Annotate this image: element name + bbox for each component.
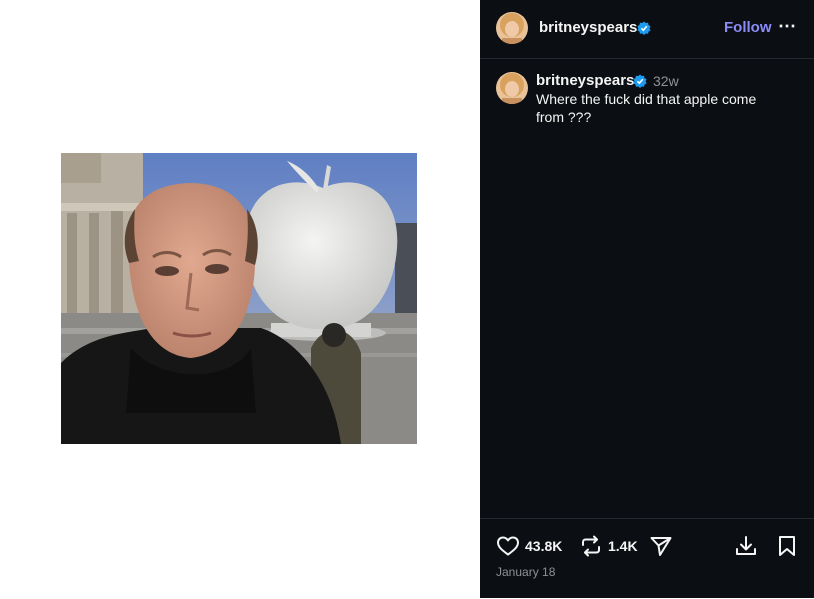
more-options-icon[interactable]: ⋯	[777, 16, 797, 40]
send-icon	[650, 537, 672, 556]
like-button[interactable]: 43.8K	[496, 533, 562, 559]
post-username[interactable]: britneyspears	[536, 72, 634, 89]
like-count: 43.8K	[525, 538, 563, 554]
post-photo-illustration	[61, 153, 417, 444]
post-panel: britneyspears Follow ⋯ britneyspears 32w…	[480, 0, 814, 598]
save-button[interactable]	[775, 533, 799, 559]
avatar[interactable]	[496, 12, 528, 44]
post-caption: Where the fuck did that apple come from …	[536, 91, 757, 125]
verified-badge-icon	[637, 21, 651, 35]
header-username[interactable]: britneyspears	[539, 19, 637, 36]
heart-icon	[497, 536, 519, 556]
post-photo[interactable]	[61, 153, 417, 444]
share-button[interactable]	[649, 533, 673, 559]
bookmark-icon	[779, 536, 795, 556]
post-age[interactable]: 32w	[653, 73, 679, 89]
media-pane	[0, 0, 480, 598]
post-avatar-image	[496, 72, 528, 104]
post-avatar[interactable]	[496, 72, 528, 104]
post-verified-badge-icon	[633, 74, 647, 88]
post-footer: 43.8K 1.4K January 18	[480, 518, 814, 599]
post-header: britneyspears Follow ⋯	[480, 0, 814, 59]
follow-button[interactable]: Follow	[724, 19, 772, 36]
repost-icon	[582, 535, 600, 557]
download-button[interactable]	[734, 533, 758, 559]
avatar-image	[496, 12, 528, 44]
download-icon	[736, 536, 756, 555]
repost-count: 1.4K	[608, 538, 638, 554]
post-date: January 18	[496, 565, 556, 579]
repost-button[interactable]: 1.4K	[579, 533, 638, 559]
